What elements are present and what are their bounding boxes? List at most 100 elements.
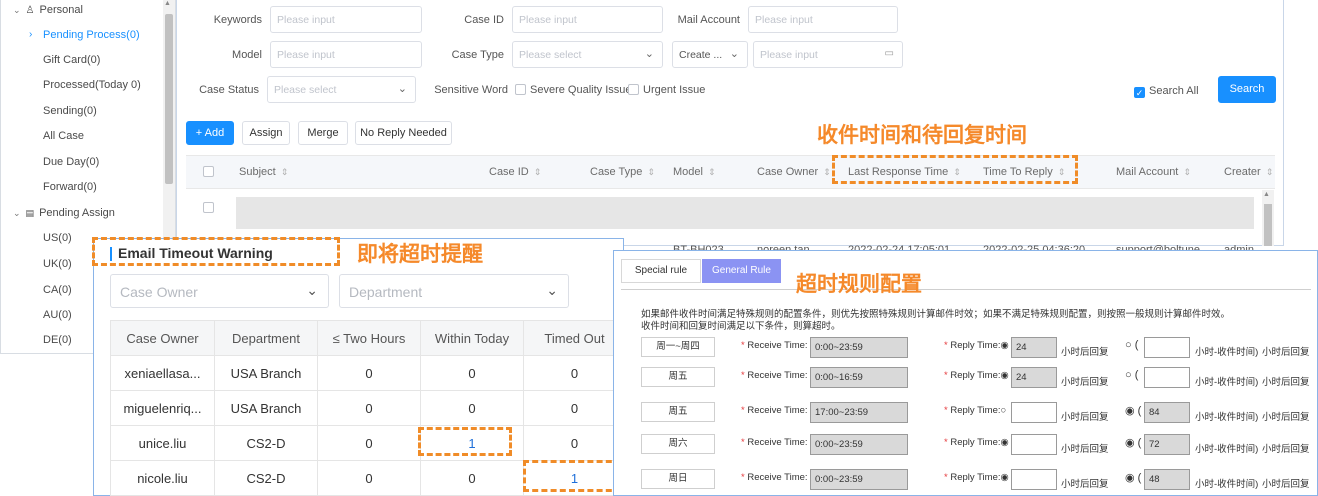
column-creater[interactable]: Creater ⇕ (1224, 166, 1273, 178)
merge-button[interactable]: Merge (298, 121, 348, 145)
sidebar-item-de[interactable]: DE(0) (43, 334, 72, 346)
table-scrollbar-thumb[interactable] (1264, 204, 1272, 246)
mail-account-input[interactable]: Please input (748, 6, 898, 33)
reply-radio[interactable]: ◉ (1001, 340, 1009, 351)
table-cell-owner: miguelenriq... (111, 391, 215, 426)
no-reply-needed-button[interactable]: No Reply Needed (355, 121, 452, 145)
column-model[interactable]: Model ⇕ (673, 166, 716, 178)
sort-icon[interactable]: ⇕ (708, 167, 716, 177)
reply-radio[interactable]: ○ (1001, 405, 1007, 416)
annotation-receive-reply-time: 收件时间和待回复时间 (817, 123, 1027, 147)
alt-radio[interactable]: ○ ( (1125, 369, 1138, 381)
reply-time-label[interactable]: * Reply Time:◉ (944, 340, 1009, 351)
alt-hours-input[interactable]: 48 (1144, 469, 1190, 490)
assign-button[interactable]: Assign (242, 121, 290, 145)
sort-icon[interactable]: ⇕ (534, 167, 542, 177)
alt-hours-input[interactable] (1144, 337, 1190, 358)
receive-time-input[interactable]: 0:00~16:59 (810, 367, 908, 388)
reply-time-label[interactable]: * Reply Time:◉ (944, 437, 1009, 448)
alt-hours-input[interactable] (1144, 367, 1190, 388)
alt-radio[interactable]: ◉ ( (1125, 436, 1141, 449)
reply-radio[interactable]: ◉ (1001, 370, 1009, 381)
table-cell-owner: xeniaellasa... (111, 356, 215, 391)
alt-radio[interactable]: ○ ( (1125, 339, 1138, 351)
checkbox-box[interactable] (628, 84, 639, 95)
sidebar-item-forward[interactable]: Forward(0) (43, 181, 97, 193)
tab-general-rule[interactable]: General Rule (702, 259, 781, 283)
sidebar-item-processed[interactable]: Processed(Today 0) (43, 79, 141, 91)
checkbox-box[interactable] (515, 84, 526, 95)
receive-time-input[interactable]: 0:00~23:59 (810, 434, 908, 455)
alt-hours-input[interactable]: 84 (1144, 402, 1190, 423)
reply-hours-input[interactable]: 24 (1011, 367, 1057, 388)
sidebar-item-us[interactable]: US(0) (43, 232, 72, 244)
table-cell-within-today: 0 (421, 461, 524, 496)
sidebar-item-gift-card[interactable]: Gift Card(0) (43, 54, 100, 66)
sort-icon[interactable]: ⇕ (1266, 167, 1274, 177)
severe-quality-checkbox[interactable]: Severe Quality Issue (515, 84, 632, 96)
table-header (186, 155, 1275, 189)
row-checkbox[interactable] (203, 202, 214, 213)
receive-time-input[interactable]: 0:00~23:59 (810, 337, 908, 358)
check-icon[interactable]: ✓ (1134, 87, 1145, 98)
rule-day: 周五 (641, 402, 715, 422)
rule-description-line2: 收件时间和回复时间满足以下条件，则算超时。 (641, 321, 841, 332)
alt-radio[interactable]: ◉ ( (1125, 471, 1141, 484)
reply-radio[interactable]: ◉ (1001, 472, 1009, 483)
model-label: Model (232, 49, 262, 61)
sidebar-group-personal[interactable]: ⌄ ♙ Personal (13, 4, 83, 16)
column-case-type[interactable]: Case Type ⇕ (590, 166, 655, 178)
sidebar-item-ca[interactable]: CA(0) (43, 284, 72, 296)
sidebar-item-uk[interactable]: UK(0) (43, 258, 72, 270)
reply-hours-input[interactable] (1011, 402, 1057, 423)
scroll-up-icon[interactable]: ▲ (1263, 191, 1270, 198)
column-mail-account[interactable]: Mail Account ⇕ (1116, 166, 1191, 178)
reply-hours-input[interactable] (1011, 434, 1057, 455)
reply-time-label[interactable]: * Reply Time:○ (944, 405, 1006, 416)
sidebar-item-pending-process[interactable]: Pending Process(0) (43, 29, 140, 41)
sidebar-item-due-day[interactable]: Due Day(0) (43, 156, 99, 168)
tab-special-rule[interactable]: Special rule (621, 259, 701, 283)
column-case-id[interactable]: Case ID ⇕ (489, 166, 541, 178)
reply-time-label[interactable]: * Reply Time:◉ (944, 370, 1009, 381)
model-input[interactable]: Please input (270, 41, 422, 68)
chevron-down-icon: ⌄ (13, 207, 21, 218)
case-owner-select[interactable]: Case Owner ⌄ (110, 274, 329, 308)
search-all-checkbox[interactable]: ✓ Search All (1134, 85, 1199, 98)
reply-hours-input[interactable] (1011, 469, 1057, 490)
receive-time-input[interactable]: 0:00~23:59 (810, 469, 908, 490)
sidebar-item-sending[interactable]: Sending(0) (43, 105, 97, 117)
alt-radio[interactable]: ◉ ( (1125, 404, 1141, 417)
reply-radio[interactable]: ◉ (1001, 437, 1009, 448)
create-time-select[interactable]: Create ... ⌄ (672, 41, 748, 68)
receive-time-input[interactable]: 17:00~23:59 (810, 402, 908, 423)
case-status-placeholder: Please select (274, 84, 337, 96)
annotation-timeout-warning: 即将超时提醒 (357, 242, 483, 266)
case-id-input[interactable]: Please input (512, 6, 663, 33)
case-status-select[interactable]: Please select ⌄ (267, 76, 416, 103)
reply-hours-input[interactable]: 24 (1011, 337, 1057, 358)
sort-icon[interactable]: ⇕ (1183, 167, 1191, 177)
sidebar-item-au[interactable]: AU(0) (43, 309, 72, 321)
sort-icon[interactable]: ⇕ (281, 167, 289, 177)
scroll-up-icon[interactable]: ▲ (164, 0, 171, 7)
column-subject[interactable]: Subject ⇕ (239, 166, 288, 178)
search-button[interactable]: Search (1218, 76, 1276, 103)
sidebar-item-all-case[interactable]: All Case (43, 130, 84, 142)
sidebar-scrollbar-thumb[interactable] (165, 14, 173, 184)
receive-time-label-text: Receive Time: (747, 437, 808, 448)
add-button[interactable]: + Add (186, 121, 234, 145)
reply-time-label[interactable]: * Reply Time:◉ (944, 472, 1009, 483)
urgent-issue-checkbox[interactable]: Urgent Issue (628, 84, 705, 96)
alt-hours-input[interactable]: 72 (1144, 434, 1190, 455)
receive-time-label: * Receive Time: (741, 472, 808, 483)
select-all-checkbox[interactable] (203, 166, 214, 177)
department-select[interactable]: Department ⌄ (339, 274, 569, 308)
sidebar-group-pending-assign[interactable]: ⌄ ▤ Pending Assign (13, 207, 115, 219)
sort-icon[interactable]: ⇕ (823, 167, 831, 177)
sort-icon[interactable]: ⇕ (647, 167, 655, 177)
date-picker-input[interactable]: Please input ▭ (753, 41, 903, 68)
keywords-input[interactable]: Please input (270, 6, 422, 33)
case-type-select[interactable]: Please select ⌄ (512, 41, 663, 68)
column-case-owner[interactable]: Case Owner ⇕ (757, 166, 831, 178)
